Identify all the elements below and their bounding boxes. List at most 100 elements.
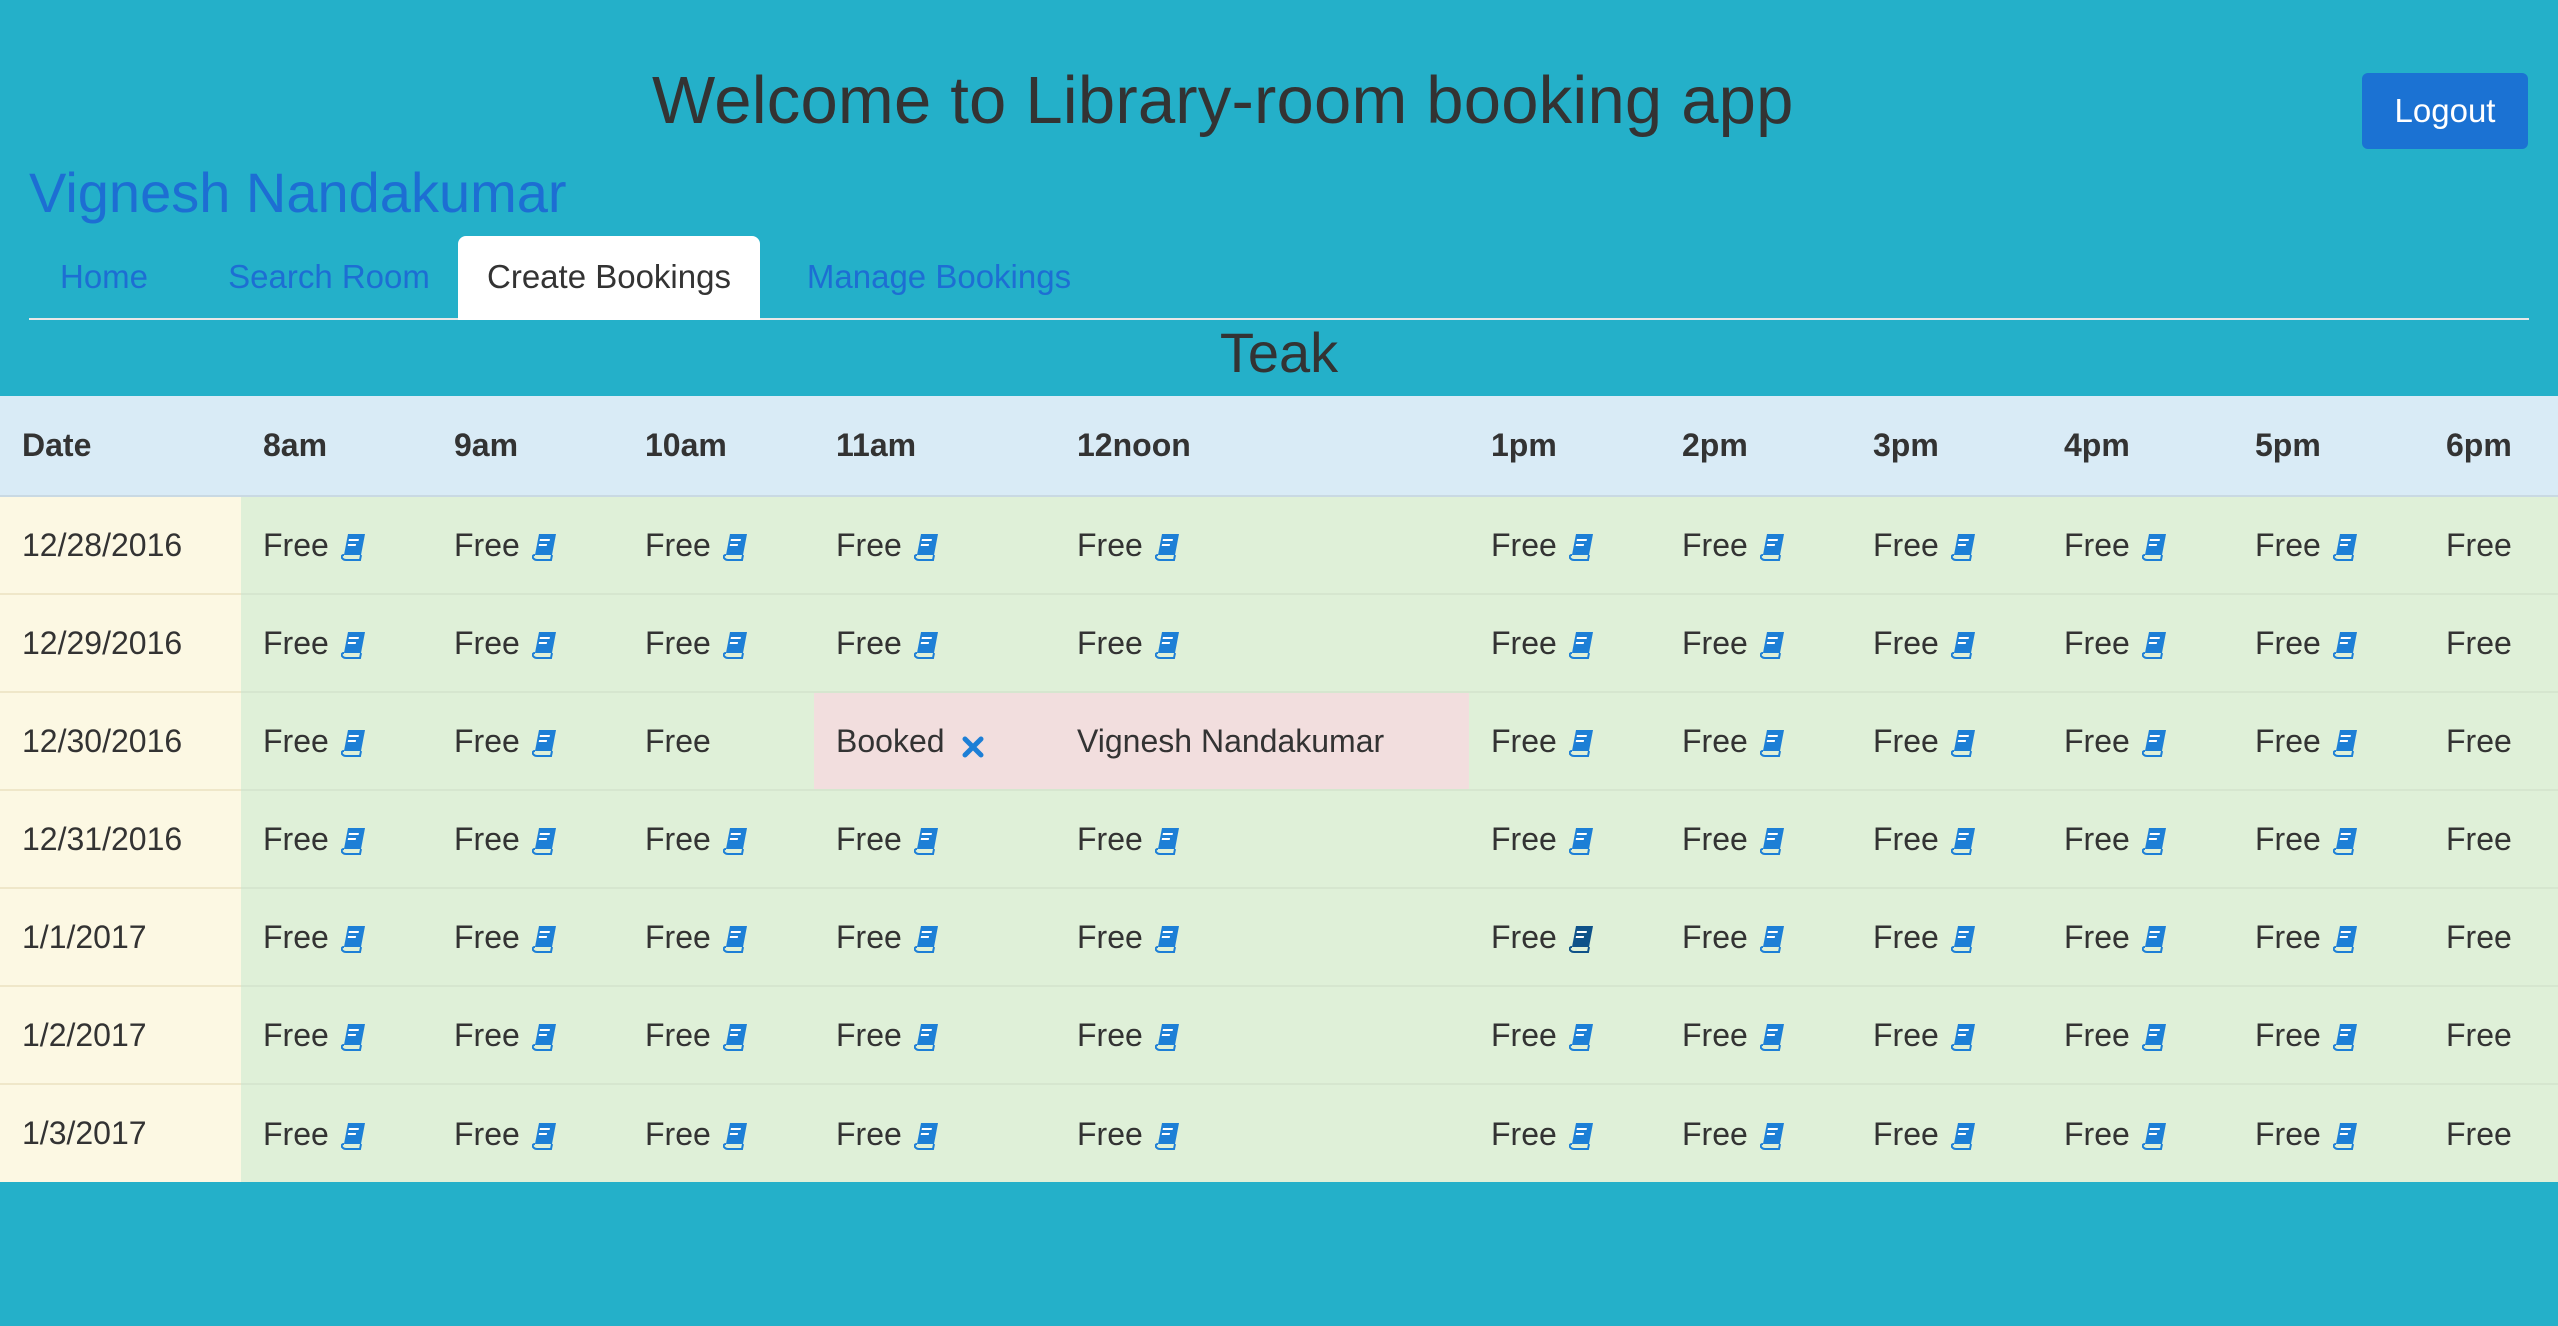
book-icon[interactable] [1950, 630, 1977, 660]
book-icon[interactable] [1568, 1121, 1595, 1150]
book-icon[interactable] [1154, 630, 1181, 660]
book-icon[interactable] [2141, 1022, 2168, 1052]
book-icon[interactable] [2332, 924, 2359, 954]
book-icon[interactable] [1950, 924, 1977, 954]
book-icon[interactable] [531, 826, 558, 856]
book-icon[interactable] [1568, 1022, 1595, 1052]
book-icon[interactable] [1950, 826, 1977, 856]
book-icon[interactable] [1759, 1022, 1786, 1052]
column-header-2pm: 2pm [1660, 396, 1851, 497]
book-icon[interactable] [340, 1121, 367, 1150]
book-icon[interactable] [340, 532, 367, 562]
slot-status-free: Free [1682, 1116, 1748, 1153]
book-icon[interactable] [1950, 532, 1977, 562]
book-icon[interactable] [722, 826, 749, 856]
date-cell: 1/1/2017 [0, 887, 241, 986]
book-icon[interactable] [1568, 728, 1595, 758]
book-icon[interactable] [340, 826, 367, 856]
free-slot-cell: Free [1469, 985, 1660, 1084]
slot-status-free: Free [454, 625, 520, 662]
book-icon[interactable] [1568, 630, 1595, 660]
slot-status-free: Free [2446, 821, 2512, 858]
table-row: 12/29/2016 Free Free Free Free Free Free Free Fr… [0, 593, 2558, 692]
tab-home[interactable]: Home [29, 236, 179, 318]
book-icon[interactable] [722, 1121, 749, 1150]
book-icon[interactable] [1950, 1121, 1977, 1150]
book-icon[interactable] [722, 1022, 749, 1052]
column-header-10am: 10am [623, 396, 814, 497]
book-icon[interactable] [2141, 924, 2168, 954]
book-icon[interactable] [1154, 1022, 1181, 1052]
book-icon[interactable] [340, 728, 367, 758]
book-icon[interactable] [340, 924, 367, 954]
slot-status-free: Free [2255, 527, 2321, 564]
user-name-link[interactable]: Vignesh Nandakumar [29, 160, 567, 225]
free-slot-cell: Free [432, 985, 623, 1084]
book-icon[interactable] [1759, 728, 1786, 758]
book-icon[interactable] [722, 630, 749, 660]
book-icon[interactable] [2332, 532, 2359, 562]
tab-search-room[interactable]: Search Room [204, 236, 454, 318]
book-icon[interactable] [531, 630, 558, 660]
book-icon[interactable] [340, 1022, 367, 1052]
book-icon[interactable] [1950, 1022, 1977, 1052]
free-slot-cell: Free [1469, 1083, 1660, 1182]
book-icon[interactable] [2141, 826, 2168, 856]
date-cell: 12/30/2016 [0, 691, 241, 790]
tab-manage-bookings[interactable]: Manage Bookings [789, 236, 1089, 318]
book-icon[interactable] [2332, 630, 2359, 660]
book-icon[interactable] [913, 1022, 940, 1052]
book-icon[interactable] [2332, 1121, 2359, 1150]
book-icon[interactable] [913, 630, 940, 660]
book-icon[interactable] [1154, 924, 1181, 954]
book-icon[interactable] [1759, 924, 1786, 954]
book-icon[interactable] [913, 1121, 940, 1150]
logout-button[interactable]: Logout [2362, 73, 2528, 149]
book-icon[interactable] [1759, 532, 1786, 562]
book-icon[interactable] [1759, 1121, 1786, 1150]
slot-status-free: Free [2255, 1116, 2321, 1153]
book-icon[interactable] [531, 924, 558, 954]
book-icon[interactable] [1759, 826, 1786, 856]
book-icon[interactable] [1154, 826, 1181, 856]
free-slot-cell: Free [1660, 495, 1851, 594]
slot-status-free: Free [263, 821, 329, 858]
column-header-5pm: 5pm [2233, 396, 2424, 497]
book-icon[interactable] [2141, 532, 2168, 562]
free-slot-cell: Free [2233, 789, 2424, 888]
book-icon[interactable] [340, 630, 367, 660]
book-icon[interactable] [2332, 1022, 2359, 1052]
slot-status-free: Free [2446, 723, 2512, 760]
book-icon[interactable] [1759, 630, 1786, 660]
free-slot-cell: Free [623, 985, 814, 1084]
book-icon[interactable] [1154, 532, 1181, 562]
book-icon[interactable] [2332, 728, 2359, 758]
book-icon[interactable] [1154, 1121, 1181, 1150]
book-icon[interactable] [2141, 1121, 2168, 1150]
slot-status-free: Free [2446, 1116, 2512, 1153]
book-icon[interactable] [531, 1022, 558, 1052]
book-icon[interactable] [531, 728, 558, 758]
book-icon[interactable] [722, 532, 749, 562]
book-icon[interactable] [1568, 826, 1595, 856]
free-slot-cell: Free [1469, 593, 1660, 692]
book-icon[interactable] [531, 1121, 558, 1150]
book-icon[interactable] [531, 532, 558, 562]
book-icon[interactable] [1568, 532, 1595, 562]
book-icon[interactable] [2141, 630, 2168, 660]
free-slot-cell: Free [814, 985, 1055, 1084]
book-icon[interactable] [2141, 728, 2168, 758]
book-icon[interactable] [1950, 728, 1977, 758]
book-icon[interactable] [2332, 826, 2359, 856]
free-slot-cell: Free [241, 593, 432, 692]
booked-slot-cell: Booked [814, 691, 1055, 790]
book-icon[interactable] [1568, 924, 1595, 954]
tab-create-bookings[interactable]: Create Bookings [458, 236, 760, 320]
book-icon[interactable] [913, 924, 940, 954]
slot-status-free: Free [1077, 821, 1143, 858]
book-icon[interactable] [913, 826, 940, 856]
book-icon[interactable] [913, 532, 940, 562]
cancel-booking-icon[interactable] [961, 730, 985, 758]
free-slot-cell: Free [2042, 495, 2233, 594]
book-icon[interactable] [722, 924, 749, 954]
